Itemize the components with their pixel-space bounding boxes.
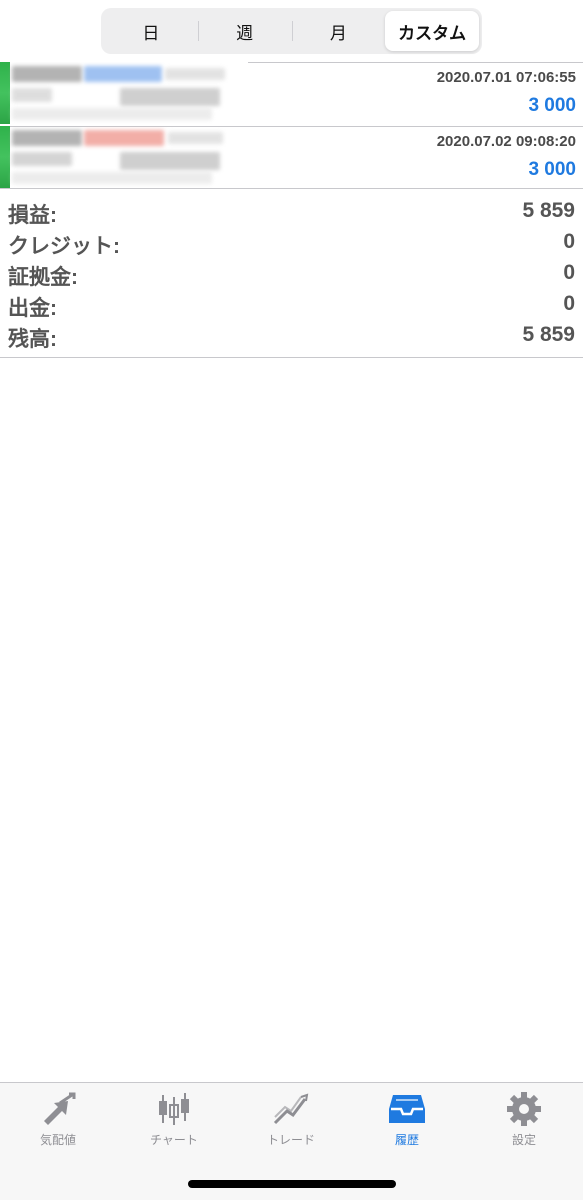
deal-time: 2020.07.01 07:06:55: [436, 69, 576, 86]
inbox-history-icon: [389, 1095, 425, 1123]
trade-chart-icon: [273, 1093, 309, 1125]
tab-label: 設定: [511, 1133, 536, 1147]
deal-row[interactable]: 2020.07.02 09:08:20 3 000: [0, 126, 583, 188]
summary-label: 残高:: [8, 328, 57, 351]
summary-label: 出金:: [8, 297, 57, 320]
summary-credit: クレジット: 0: [0, 227, 583, 258]
candlestick-icon: [159, 1093, 189, 1125]
summary-value: 0: [563, 230, 575, 253]
summary-withdrawal: 出金: 0: [0, 289, 583, 320]
gear-icon: [507, 1092, 541, 1126]
row-divider: [248, 62, 583, 63]
tab-week[interactable]: 週: [197, 11, 292, 51]
summary-label: 損益:: [8, 204, 57, 227]
summary-balance: 残高: 5 859: [0, 320, 583, 351]
account-summary: 損益: 5 859 クレジット: 0 証拠金: 0 出金: 0 残高: 5 85…: [0, 196, 583, 351]
quotes-arrow-icon: [44, 1092, 76, 1125]
tab-label: 気配値: [39, 1133, 76, 1147]
deal-amount: 3 000: [528, 159, 576, 180]
summary-deposit: 証拠金: 0: [0, 258, 583, 289]
tab-label: チャート: [150, 1133, 198, 1147]
summary-value: 0: [563, 261, 575, 284]
deal-time: 2020.07.02 09:08:20: [436, 133, 576, 150]
section-divider: [0, 188, 583, 189]
tabbar-item-chart[interactable]: チャート: [124, 1091, 224, 1151]
period-segmented-control: 日 週 月 カスタム: [101, 8, 482, 54]
section-divider: [0, 357, 583, 358]
tabbar-item-quotes[interactable]: 気配値: [8, 1091, 108, 1151]
home-indicator: [188, 1180, 396, 1188]
tabbar-item-history[interactable]: 履歴: [357, 1091, 457, 1151]
tab-label: 履歴: [394, 1133, 419, 1147]
tab-day[interactable]: 日: [104, 11, 198, 51]
summary-value: 0: [563, 292, 575, 315]
deal-row[interactable]: 2020.07.01 07:06:55 3 000: [0, 62, 583, 124]
tab-month[interactable]: 月: [291, 11, 386, 51]
tab-label: トレード: [266, 1133, 315, 1147]
buy-marker: [0, 126, 10, 188]
tabbar-item-settings[interactable]: 設定: [474, 1091, 574, 1151]
redacted-deal-info: [0, 126, 248, 188]
deal-amount: 3 000: [528, 95, 576, 116]
summary-label: クレジット:: [8, 235, 120, 258]
tabbar-item-trade[interactable]: トレード: [241, 1091, 341, 1151]
tab-custom[interactable]: カスタム: [385, 11, 479, 51]
summary-value: 5 859: [522, 323, 575, 346]
redacted-deal-info: [0, 62, 248, 124]
summary-label: 証拠金:: [8, 266, 78, 289]
summary-profit: 損益: 5 859: [0, 196, 583, 227]
summary-value: 5 859: [522, 199, 575, 222]
buy-marker: [0, 62, 10, 124]
